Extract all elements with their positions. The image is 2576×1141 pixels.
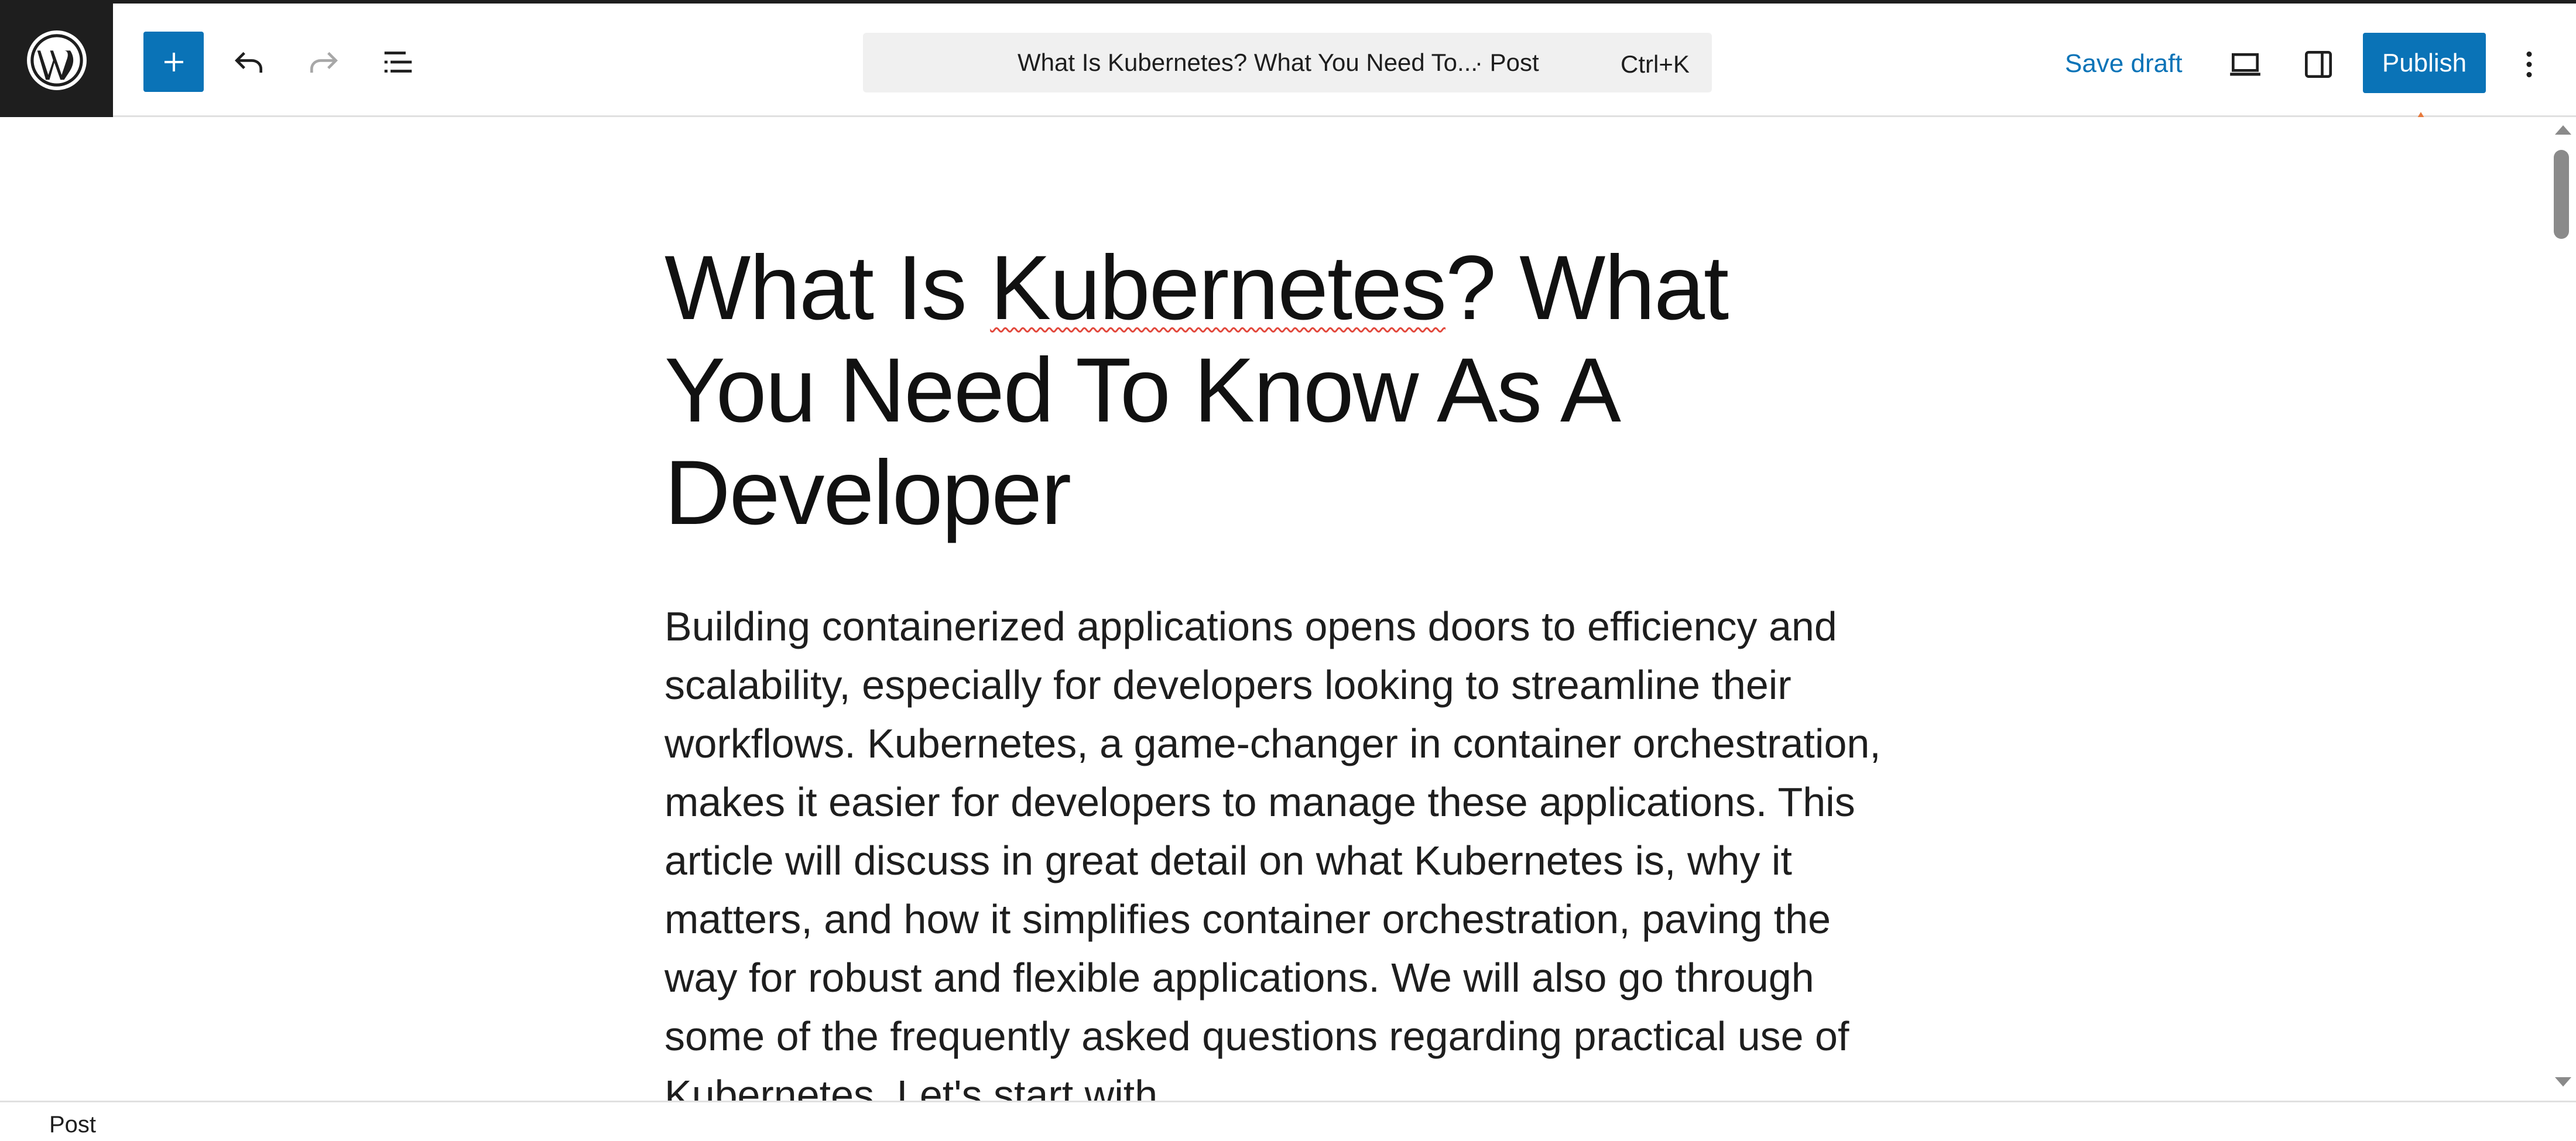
command-shortcut: Ctrl+K [1621,50,1690,78]
block-breadcrumb-bar: Post [0,1101,2576,1141]
editor-canvas[interactable]: What Is Kubernetes? What You Need To Kno… [0,117,2547,1101]
editor-header: What Is Kubernetes? What You Need To... … [0,0,2576,117]
block-inserter-button[interactable] [143,32,204,92]
undo-icon [235,52,262,73]
document-overview-icon [384,51,412,73]
command-palette-bar[interactable]: What Is Kubernetes? What You Need To... … [863,33,1712,92]
document-overview-button[interactable] [372,32,424,92]
sidebar-settings-icon [2305,51,2332,78]
scrollbar-thumb[interactable] [2554,150,2569,239]
document-type: · Post [1475,49,1539,76]
document-title: What Is Kubernetes? What You Need To... [1018,49,1478,76]
settings-sidebar-button[interactable] [2289,35,2348,94]
plus-icon [164,52,183,71]
post-title[interactable]: What Is Kubernetes? What You Need To Kno… [664,237,1894,544]
undo-button[interactable] [222,32,275,92]
redo-button[interactable] [297,32,350,92]
wordpress-logo-button[interactable] [0,4,113,117]
publish-button[interactable]: Publish [2363,33,2486,93]
editor-scrollbar[interactable] [2547,117,2576,1101]
misspelled-word: Kubernetes [990,237,1447,339]
paragraph-block[interactable]: Building containerized applications open… [664,597,1900,1101]
options-menu-button[interactable] [2512,35,2547,94]
redo-icon [310,52,338,73]
wordpress-icon [26,30,87,90]
preview-button[interactable] [2216,35,2274,94]
post-title-start: What Is [664,237,991,339]
scroll-up-arrow[interactable] [2555,125,2571,135]
save-draft-button[interactable]: Save draft [2065,49,2183,78]
breadcrumb-post[interactable]: Post [49,1112,96,1138]
scroll-down-arrow[interactable] [2555,1077,2571,1087]
more-vertical-icon [2526,52,2532,77]
desktop-preview-icon [2230,53,2260,76]
